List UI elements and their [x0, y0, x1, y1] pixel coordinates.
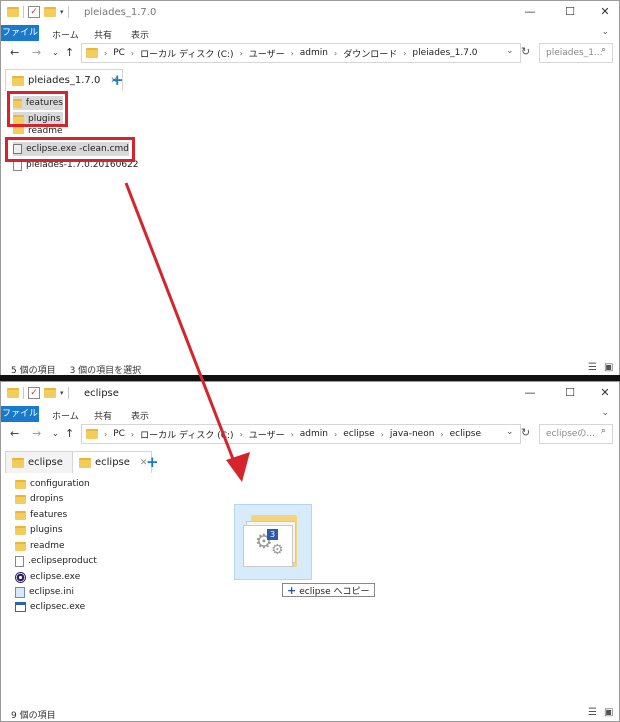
- arrow-head: [226, 452, 250, 482]
- arrow-line: [124, 182, 240, 473]
- drag-direction-arrow: [124, 182, 250, 482]
